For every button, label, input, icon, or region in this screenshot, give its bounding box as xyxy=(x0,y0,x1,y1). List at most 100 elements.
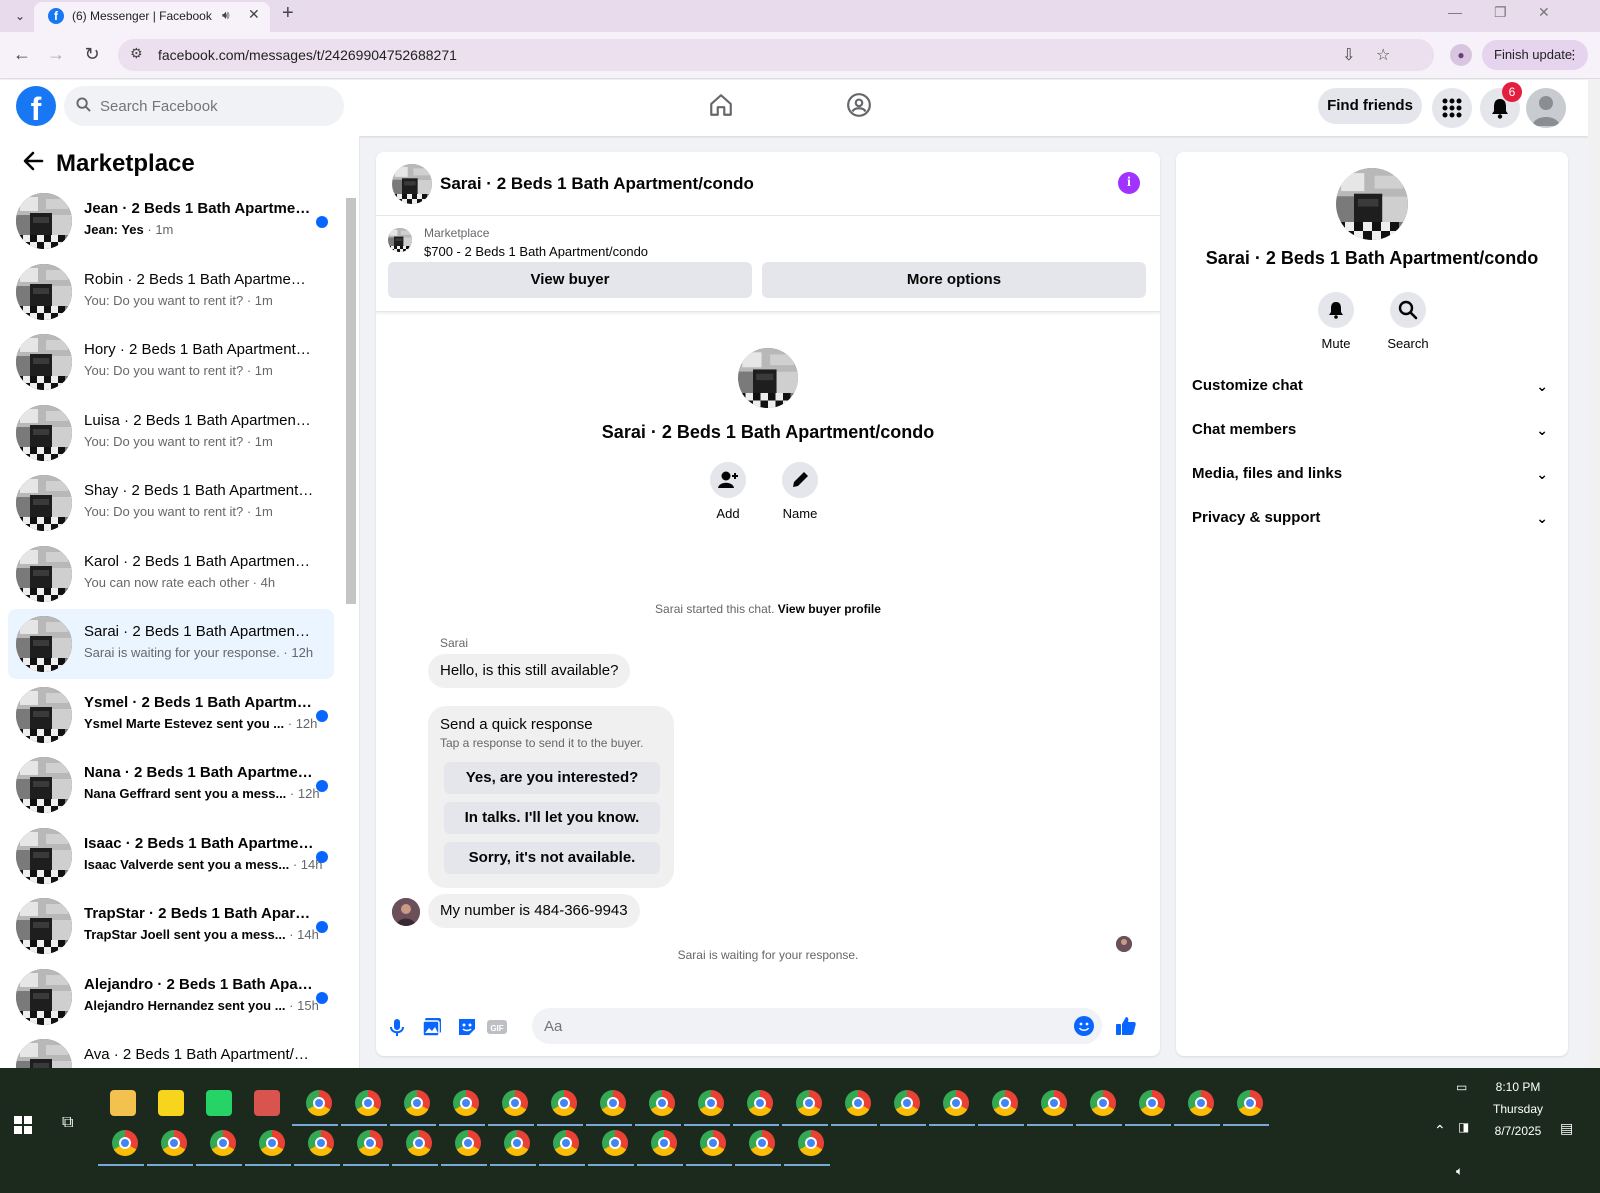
bookmark-star-icon[interactable]: ☆ xyxy=(1376,45,1390,65)
search-in-chat-button[interactable]: Search xyxy=(1378,292,1438,351)
quick-reply-interested[interactable]: Yes, are you interested? xyxy=(444,762,660,794)
conversation-item[interactable]: TrapStar · 2 Beds 1 Bath Apartment/condo… xyxy=(8,891,334,961)
chrome-window-icon[interactable] xyxy=(1188,1090,1214,1116)
message-bubble[interactable]: Hello, is this still available? xyxy=(428,654,631,688)
mute-button[interactable]: Mute xyxy=(1306,292,1366,351)
conversation-item[interactable]: Robin · 2 Beds 1 Bath Apartment/condo You… xyxy=(8,257,334,327)
message-input-box[interactable] xyxy=(532,1008,1102,1044)
url-text[interactable]: facebook.com/messages/t/2426990475268827… xyxy=(158,47,457,63)
view-buyer-button[interactable]: View buyer xyxy=(388,262,752,298)
conversation-item[interactable]: Alejandro · 2 Beds 1 Bath Apartment/cond… xyxy=(8,962,334,1032)
conversation-item[interactable]: Nana · 2 Beds 1 Bath Apartment/condo Nana… xyxy=(8,750,334,820)
chrome-window-icon[interactable] xyxy=(553,1130,579,1156)
network-icon[interactable]: ▭ xyxy=(1456,1080,1467,1094)
chrome-window-icon[interactable] xyxy=(504,1130,530,1156)
chrome-window-icon[interactable] xyxy=(308,1130,334,1156)
chrome-window-icon[interactable] xyxy=(600,1090,626,1116)
customize-chat-section[interactable]: Customize chat ⌄ xyxy=(1192,366,1552,406)
thumbs-up-icon[interactable] xyxy=(1114,1014,1136,1036)
conversation-item[interactable]: Ava · 2 Beds 1 Bath Apartment/condo xyxy=(8,1032,334,1068)
chrome-window-icon[interactable] xyxy=(357,1130,383,1156)
chrome-window-icon[interactable] xyxy=(1139,1090,1165,1116)
whatsapp-icon[interactable] xyxy=(206,1090,232,1116)
gif-icon[interactable]: GIF xyxy=(486,1016,508,1038)
more-options-button[interactable]: More options xyxy=(762,262,1146,298)
file-explorer-icon[interactable] xyxy=(110,1090,136,1116)
forward-icon[interactable]: → xyxy=(44,44,68,65)
quick-reply-in-talks[interactable]: In talks. I'll let you know. xyxy=(444,802,660,834)
sticky-notes-icon[interactable] xyxy=(158,1090,184,1116)
chrome-window-icon[interactable] xyxy=(355,1090,381,1116)
browser-tab[interactable]: f (6) Messenger | Facebook 🔊︎ ✕ xyxy=(34,2,270,32)
chrome-window-icon[interactable] xyxy=(112,1130,138,1156)
listing-thumbnail[interactable] xyxy=(388,228,412,252)
home-icon[interactable] xyxy=(708,92,738,122)
search-input[interactable] xyxy=(100,94,330,118)
conversation-item[interactable]: Shay · 2 Beds 1 Bath Apartment/condo You:… xyxy=(8,468,334,538)
chrome-window-icon[interactable] xyxy=(943,1090,969,1116)
chrome-window-icon[interactable] xyxy=(404,1090,430,1116)
photo-gallery-icon[interactable] xyxy=(421,1016,443,1038)
message-bubble[interactable]: My number is 484-366-9943 xyxy=(428,894,640,928)
chrome-window-icon[interactable] xyxy=(161,1130,187,1156)
new-tab-icon[interactable]: + xyxy=(282,2,294,25)
chrome-window-icon[interactable] xyxy=(210,1130,236,1156)
minimize-icon[interactable]: — xyxy=(1448,4,1462,20)
name-chat-button[interactable]: Name xyxy=(770,462,830,521)
chrome-window-icon[interactable] xyxy=(747,1090,773,1116)
windows-start-icon[interactable] xyxy=(14,1116,32,1134)
back-arrow-icon[interactable] xyxy=(22,150,44,178)
chrome-window-icon[interactable] xyxy=(453,1090,479,1116)
chrome-window-icon[interactable] xyxy=(796,1090,822,1116)
chrome-window-icon[interactable] xyxy=(700,1130,726,1156)
chrome-window-icon[interactable] xyxy=(551,1090,577,1116)
chat-title[interactable]: Sarai · 2 Beds 1 Bath Apartment/condo xyxy=(440,174,754,194)
tab-search-chevron-icon[interactable]: ⌄ xyxy=(8,6,32,26)
meet-now-icon[interactable]: ◨ xyxy=(1458,1120,1469,1134)
clock-date[interactable]: 8/7/2025 xyxy=(1478,1124,1558,1138)
chrome-window-icon[interactable] xyxy=(455,1130,481,1156)
privacy-support-section[interactable]: Privacy & support ⌄ xyxy=(1192,498,1552,538)
chrome-window-icon[interactable] xyxy=(1041,1090,1067,1116)
emoji-icon[interactable] xyxy=(1074,1016,1094,1036)
conversation-item[interactable]: Karol · 2 Beds 1 Bath Apartment/condo You… xyxy=(8,539,334,609)
volume-icon[interactable]: 🔈︎ xyxy=(1456,1164,1463,1179)
chat-avatar[interactable] xyxy=(392,164,432,204)
add-people-button[interactable]: Add xyxy=(698,462,758,521)
find-friends-button[interactable]: Find friends xyxy=(1318,88,1422,124)
chrome-window-icon[interactable] xyxy=(502,1090,528,1116)
install-app-icon[interactable]: ⇩ xyxy=(1342,45,1355,65)
site-settings-icon[interactable]: ⚙ xyxy=(130,45,143,62)
chrome-window-icon[interactable] xyxy=(602,1130,628,1156)
menu-grid-icon[interactable] xyxy=(1432,88,1472,128)
chrome-window-icon[interactable] xyxy=(698,1090,724,1116)
chrome-profile-icon[interactable]: ● xyxy=(1450,44,1472,66)
back-icon[interactable]: ← xyxy=(10,44,34,65)
account-avatar[interactable] xyxy=(1526,88,1566,128)
chrome-window-icon[interactable] xyxy=(1090,1090,1116,1116)
chrome-window-icon[interactable] xyxy=(1237,1090,1263,1116)
conversation-item[interactable]: Isaac · 2 Beds 1 Bath Apartment/condo Isa… xyxy=(8,821,334,891)
chrome-window-icon[interactable] xyxy=(749,1130,775,1156)
task-view-icon[interactable]: ⧉ xyxy=(62,1114,73,1132)
conversation-item[interactable]: Hory · 2 Beds 1 Bath Apartment/condo You:… xyxy=(8,327,334,397)
facebook-search[interactable] xyxy=(64,86,344,126)
page-scrollbar[interactable] xyxy=(1588,80,1600,1068)
chrome-window-icon[interactable] xyxy=(259,1130,285,1156)
omnibox[interactable]: ⚙ facebook.com/messages/t/24269904752688… xyxy=(118,39,1434,71)
chrome-window-icon[interactable] xyxy=(845,1090,871,1116)
tab-close-icon[interactable]: ✕ xyxy=(248,6,260,23)
clock-time[interactable]: 8:10 PM xyxy=(1478,1080,1558,1094)
chrome-window-icon[interactable] xyxy=(992,1090,1018,1116)
info-icon[interactable]: i xyxy=(1118,172,1140,194)
chrome-window-icon[interactable] xyxy=(406,1130,432,1156)
sticker-icon[interactable] xyxy=(456,1016,478,1038)
microphone-icon[interactable] xyxy=(386,1016,408,1038)
quick-reply-not-available[interactable]: Sorry, it's not available. xyxy=(444,842,660,874)
chrome-window-icon[interactable] xyxy=(306,1090,332,1116)
chrome-window-icon[interactable] xyxy=(798,1130,824,1156)
chrome-window-icon[interactable] xyxy=(651,1130,677,1156)
conversation-item[interactable]: Jean · 2 Beds 1 Bath Apartment/condo Jean… xyxy=(8,186,334,256)
reload-icon[interactable]: ↻ xyxy=(80,44,104,65)
conversation-item[interactable]: Sarai · 2 Beds 1 Bath Apartment/condo Sar… xyxy=(8,609,334,679)
